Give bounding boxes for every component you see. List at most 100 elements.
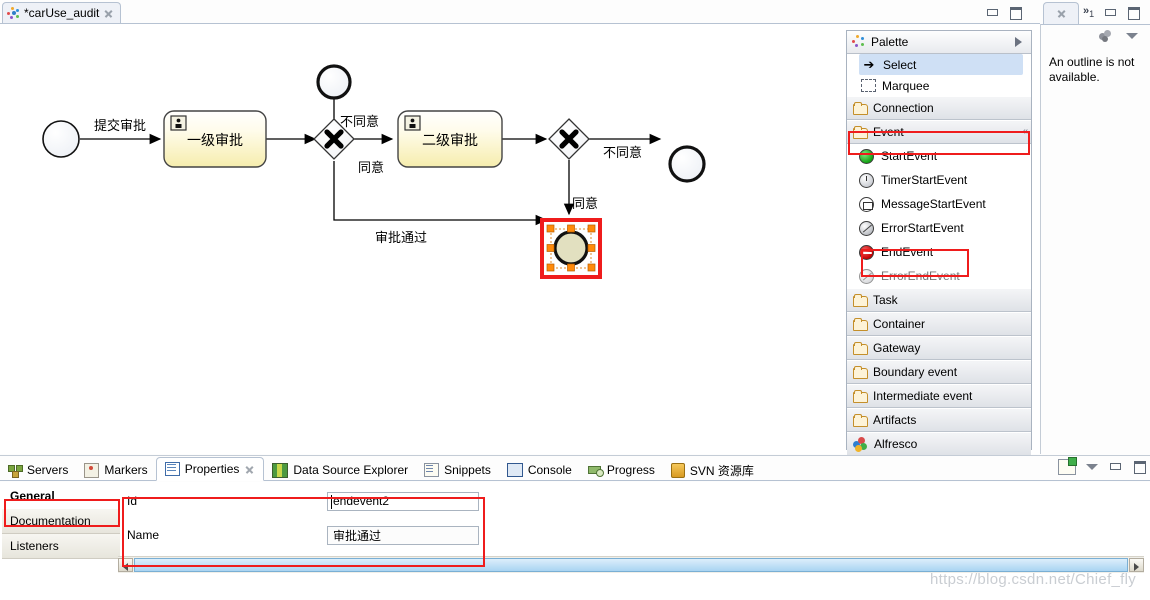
message-start-event-icon (859, 196, 874, 212)
palette-icon (852, 35, 866, 49)
palette-group-artifacts-label: Artifacts (873, 413, 917, 427)
folder-icon (853, 126, 868, 139)
collapse-icon[interactable]: « (1022, 126, 1028, 137)
palette-item-messagestartevent-label: MessageStartEvent (881, 197, 986, 211)
tab-console[interactable]: Console (499, 459, 580, 481)
palette-item-endevent[interactable]: EndEvent (847, 240, 1031, 264)
properties-tab-general[interactable]: General (2, 484, 120, 509)
folder-icon (853, 414, 868, 427)
maximize-icon (1132, 460, 1146, 474)
outline-tab-strip: »1 (1041, 0, 1150, 25)
properties-tab-documentation-label: Documentation (10, 514, 91, 528)
palette-tool-select[interactable]: ➔ Select (859, 54, 1023, 75)
close-icon[interactable] (103, 8, 114, 19)
palette-item-timerstartevent[interactable]: TimerStartEvent (847, 168, 1031, 192)
palette-item-errorendevent[interactable]: ErrorEndEvent (847, 264, 1031, 288)
tab-progress-label: Progress (606, 463, 655, 477)
id-input-value: endevent2 (333, 494, 390, 508)
palette-header[interactable]: Palette (847, 31, 1031, 54)
palette-item-messagestartevent[interactable]: MessageStartEvent (847, 192, 1031, 216)
properties-tab-listeners[interactable]: Listeners (2, 534, 120, 559)
editor-tab-caruse-audit[interactable]: *carUse_audit (2, 2, 122, 23)
tab-data-source-explorer-label: Data Source Explorer (293, 463, 409, 477)
folder-icon (853, 366, 868, 379)
tab-data-source-explorer[interactable]: Data Source Explorer (264, 459, 416, 481)
timer-start-event-icon (859, 172, 874, 188)
outline-blob-icon[interactable] (1099, 30, 1113, 42)
palette-group-container[interactable]: Container (847, 312, 1031, 336)
scrollbar-thumb[interactable] (134, 558, 1128, 572)
end-event-node-1 (316, 64, 352, 100)
palette-group-boundary-event[interactable]: Boundary event (847, 360, 1031, 384)
folder-icon (853, 342, 868, 355)
palette-group-task-label: Task (873, 293, 898, 307)
error-end-event-icon (859, 268, 874, 284)
editor-tab-label: *carUse_audit (24, 6, 100, 20)
tab-properties[interactable]: Properties (155, 457, 265, 481)
scroll-right-icon[interactable] (1129, 558, 1144, 572)
overflow-count: 1 (1089, 9, 1095, 20)
minimize-icon (985, 6, 999, 18)
tab-snippets[interactable]: Snippets (416, 459, 499, 481)
palette-group-artifacts[interactable]: Artifacts (847, 408, 1031, 432)
field-label-id: Id (127, 494, 138, 508)
palette-group-connection[interactable]: Connection (847, 96, 1031, 120)
palette-group-alfresco[interactable]: Alfresco (847, 432, 1031, 456)
bottom-minimize-button[interactable] (1108, 460, 1122, 475)
overflow-indicator[interactable]: »1 (1083, 5, 1094, 19)
palette-panel[interactable]: Palette ➔ Select Marquee Connection Even… (846, 30, 1032, 456)
palette-group-boundary-event-label: Boundary event (873, 365, 958, 379)
start-event-node (42, 120, 80, 158)
tab-markers-label: Markers (104, 463, 148, 477)
editor-maximize-button[interactable] (1008, 6, 1022, 21)
scroll-left-icon[interactable] (118, 558, 133, 572)
tab-console-label: Console (527, 463, 572, 477)
new-view-icon[interactable] (1058, 457, 1077, 475)
tab-servers-label: Servers (27, 463, 69, 477)
tab-svn-repository[interactable]: SVN 资源库 (663, 459, 762, 481)
view-menu-icon[interactable] (1086, 464, 1098, 470)
flow-label-reject2: 不同意 (603, 145, 642, 161)
id-input[interactable]: endevent2 (327, 491, 479, 511)
minimize-icon (1103, 6, 1117, 18)
palette-group-gateway[interactable]: Gateway (847, 336, 1031, 360)
outline-message: An outline is not available. (1049, 55, 1135, 84)
close-icon[interactable] (244, 464, 255, 475)
tab-properties-label: Properties (184, 462, 240, 476)
task1-label: 一级审批 (187, 133, 243, 149)
editor-minimize-button[interactable] (985, 6, 999, 21)
palette-item-errorendevent-label: ErrorEndEvent (881, 269, 960, 283)
tab-markers[interactable]: Markers (76, 459, 155, 481)
field-label-name: Name (127, 528, 160, 542)
error-start-event-icon (859, 220, 874, 236)
flow-label-reject1: 不同意 (340, 114, 379, 130)
outline-icon (1056, 8, 1067, 19)
folder-icon (853, 294, 868, 307)
palette-tool-marquee[interactable]: Marquee (847, 75, 1031, 96)
name-input-value: 审批通过 (333, 528, 382, 543)
palette-group-event[interactable]: Event « (847, 120, 1031, 144)
svn-icon (670, 462, 685, 478)
palette-item-errorstartevent[interactable]: ErrorStartEvent (847, 216, 1031, 240)
outline-minimize-button[interactable] (1103, 6, 1117, 21)
chevron-right-icon[interactable] (1015, 37, 1022, 47)
task2-label: 二级审批 (422, 133, 478, 149)
palette-item-startevent[interactable]: StartEvent (847, 144, 1031, 168)
palette-group-task[interactable]: Task (847, 288, 1031, 312)
name-input[interactable]: 审批通过 (327, 525, 479, 545)
outline-maximize-button[interactable] (1126, 6, 1140, 21)
flow-label-approve2: 同意 (572, 196, 598, 212)
palette-group-intermediate-event[interactable]: Intermediate event (847, 384, 1031, 408)
servers-icon (8, 464, 23, 478)
maximize-icon (1008, 6, 1022, 20)
properties-tab-documentation[interactable]: Documentation (2, 509, 120, 534)
flow-label-submit: 提交审批 (94, 118, 146, 134)
bottom-maximize-button[interactable] (1132, 460, 1146, 475)
tab-servers[interactable]: Servers (0, 459, 76, 481)
view-menu-icon[interactable] (1126, 33, 1138, 39)
cursor-arrow-icon: ➔ (863, 56, 875, 72)
datasource-icon (272, 462, 289, 478)
outline-tab[interactable] (1043, 2, 1079, 24)
maximize-icon (1126, 6, 1140, 20)
tab-progress[interactable]: Progress (580, 459, 663, 481)
